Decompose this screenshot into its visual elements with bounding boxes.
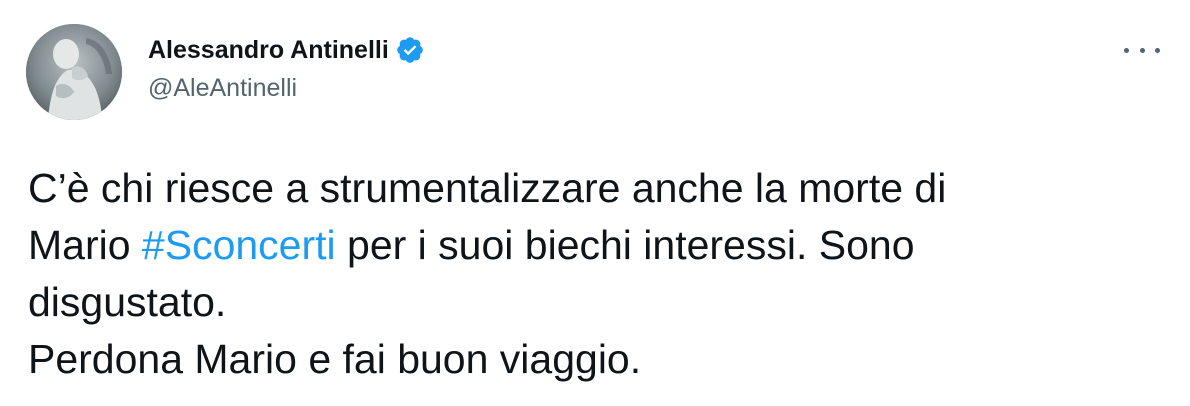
more-options-icon[interactable]	[1124, 36, 1160, 64]
tweet-card: Alessandro Antinelli @AleAntinelli C’è c…	[0, 0, 1190, 406]
tweet-text-fragment: Mario	[28, 222, 142, 268]
tweet-text-line: C’è chi riesce a strumentalizzare anche …	[28, 165, 947, 211]
author-handle[interactable]: @AleAntinelli	[148, 74, 297, 103]
tweet-text: C’è chi riesce a strumentalizzare anche …	[28, 160, 1158, 388]
more-dot	[1139, 47, 1145, 53]
tweet-text-fragment: per i suoi biechi interessi. Sono	[335, 222, 915, 268]
more-dot	[1124, 47, 1129, 53]
author-name-row: Alessandro Antinelli	[148, 34, 425, 66]
more-dot	[1155, 47, 1160, 53]
avatar-photo	[26, 24, 122, 120]
tweet-text-line: Perdona Mario e fai buon viaggio.	[28, 336, 642, 382]
avatar[interactable]	[26, 24, 122, 120]
author-display-name[interactable]: Alessandro Antinelli	[148, 36, 389, 65]
verified-badge-icon	[395, 35, 425, 65]
tweet-text-line: disgustato.	[28, 279, 227, 325]
hashtag-link[interactable]: #Sconcerti	[142, 222, 336, 268]
tweet-text-line: Mario #Sconcerti per i suoi biechi inter…	[28, 217, 1158, 274]
